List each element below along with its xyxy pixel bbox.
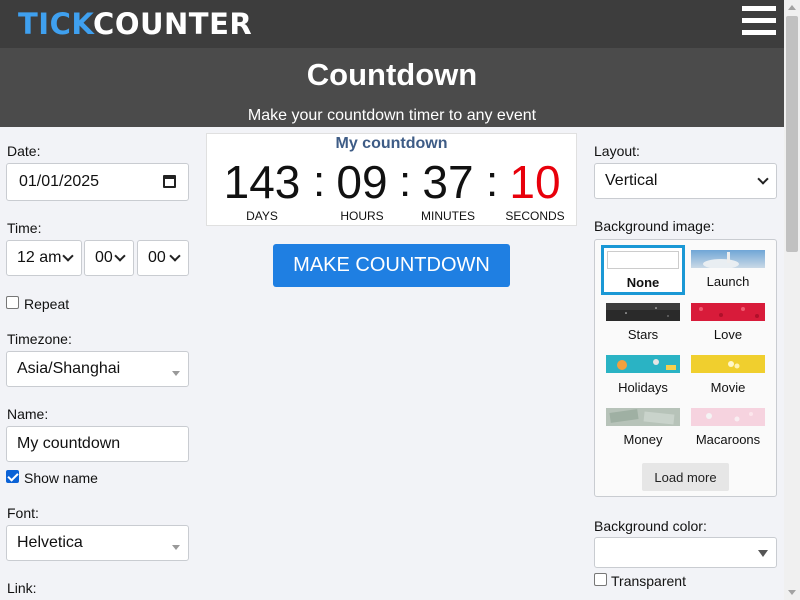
background-color-select[interactable] xyxy=(594,537,777,568)
chevron-down-icon xyxy=(114,250,126,262)
scroll-down-arrow-icon[interactable] xyxy=(788,590,796,595)
hours-value: 09 xyxy=(336,156,388,208)
seconds-value: 10 xyxy=(509,156,561,208)
dropdown-arrow-icon xyxy=(172,545,180,550)
countdown-title: My countdown xyxy=(335,135,448,152)
bg-option-label: Money xyxy=(623,432,663,447)
scroll-up-arrow-icon[interactable] xyxy=(788,5,796,10)
link-label: Link: xyxy=(7,580,37,596)
dropdown-arrow-icon xyxy=(172,371,180,376)
bg-option-label: Love xyxy=(713,327,743,342)
font-label: Font: xyxy=(7,505,39,521)
hour-value: 12 am xyxy=(17,249,62,266)
hours-unit-label: HOURS xyxy=(340,209,384,223)
background-image-label: Background image: xyxy=(594,218,715,234)
bg-option-label: None xyxy=(626,275,660,290)
show-name-label: Show name xyxy=(24,470,98,486)
dropdown-arrow-icon xyxy=(758,549,768,557)
minutes-value: 37 xyxy=(422,156,474,208)
seconds-unit-label: SECONDS xyxy=(505,209,565,223)
chevron-down-icon xyxy=(757,173,769,185)
bg-option-none[interactable]: None xyxy=(601,245,685,295)
show-name-checkbox[interactable] xyxy=(6,470,19,483)
background-color-label: Background color: xyxy=(594,518,707,534)
bg-option-money[interactable] xyxy=(606,408,680,426)
bg-option-label: Movie xyxy=(710,380,746,395)
bg-option-holidays[interactable] xyxy=(606,355,680,373)
minutes-unit-label: MINUTES xyxy=(421,209,475,223)
tickcounter-logo[interactable]: TICKCOUNTER xyxy=(18,7,252,41)
name-value: My countdown xyxy=(17,435,121,452)
font-value: Helvetica xyxy=(17,534,83,551)
minute-select[interactable]: 00 xyxy=(84,240,134,276)
second-value: 00 xyxy=(148,249,166,266)
bg-option-label: Macaroons xyxy=(695,432,761,447)
time-label: Time: xyxy=(7,220,42,236)
scrollbar-thumb[interactable] xyxy=(786,16,798,252)
days-unit-label: DAYS xyxy=(246,209,278,223)
bg-option-macaroons[interactable] xyxy=(691,408,765,426)
top-navigation-bar: TICKCOUNTER xyxy=(0,0,784,48)
timezone-value: Asia/Shanghai xyxy=(17,360,121,377)
bg-option-label: Holidays xyxy=(618,380,668,395)
timezone-label: Timezone: xyxy=(7,331,72,347)
name-label: Name: xyxy=(7,406,49,422)
date-value: 01/01/2025 xyxy=(19,173,100,190)
make-countdown-button[interactable]: MAKE COUNTDOWN xyxy=(273,244,510,287)
minute-value: 00 xyxy=(95,249,113,266)
days-value: 143 xyxy=(223,156,301,208)
page-scrollbar[interactable] xyxy=(784,0,800,600)
chevron-down-icon xyxy=(62,250,74,262)
date-label: Date: xyxy=(7,143,41,159)
chevron-down-icon xyxy=(169,250,181,262)
page-title: Countdown xyxy=(306,57,478,92)
bg-option-label: Launch xyxy=(706,274,750,289)
layout-select[interactable]: Vertical xyxy=(594,163,777,199)
name-input[interactable]: My countdown xyxy=(6,426,189,462)
date-input[interactable]: 01/01/2025 xyxy=(6,163,189,201)
none-preview xyxy=(607,251,679,269)
logo-counter-text: COUNTER xyxy=(93,7,253,41)
layout-value: Vertical xyxy=(605,172,658,189)
second-select[interactable]: 00 xyxy=(137,240,189,276)
repeat-checkbox[interactable] xyxy=(6,296,19,309)
calendar-icon[interactable] xyxy=(163,175,176,188)
layout-label: Layout: xyxy=(594,143,640,159)
repeat-label: Repeat xyxy=(24,296,70,312)
bg-option-movie[interactable] xyxy=(691,355,765,373)
logo-tick-text: TICK xyxy=(18,7,94,41)
hour-select[interactable]: 12 am xyxy=(6,240,82,276)
countdown-preview: My countdown 143 : 09 : 37 : 10 DAYS HOU… xyxy=(206,133,577,226)
bg-option-stars[interactable] xyxy=(606,303,680,321)
page-hero: Countdown Make your countdown timer to a… xyxy=(0,48,784,127)
timezone-select[interactable]: Asia/Shanghai xyxy=(6,351,189,387)
font-select[interactable]: Helvetica xyxy=(6,525,189,561)
bg-option-launch[interactable] xyxy=(691,250,765,268)
load-more-button[interactable]: Load more xyxy=(642,463,729,491)
hamburger-menu-icon[interactable] xyxy=(742,6,776,42)
transparent-checkbox[interactable] xyxy=(594,573,607,586)
transparent-label: Transparent xyxy=(611,573,686,589)
page-subtitle: Make your countdown timer to any event xyxy=(247,107,537,124)
bg-option-label: Stars xyxy=(627,327,659,342)
bg-option-love[interactable] xyxy=(691,303,765,321)
